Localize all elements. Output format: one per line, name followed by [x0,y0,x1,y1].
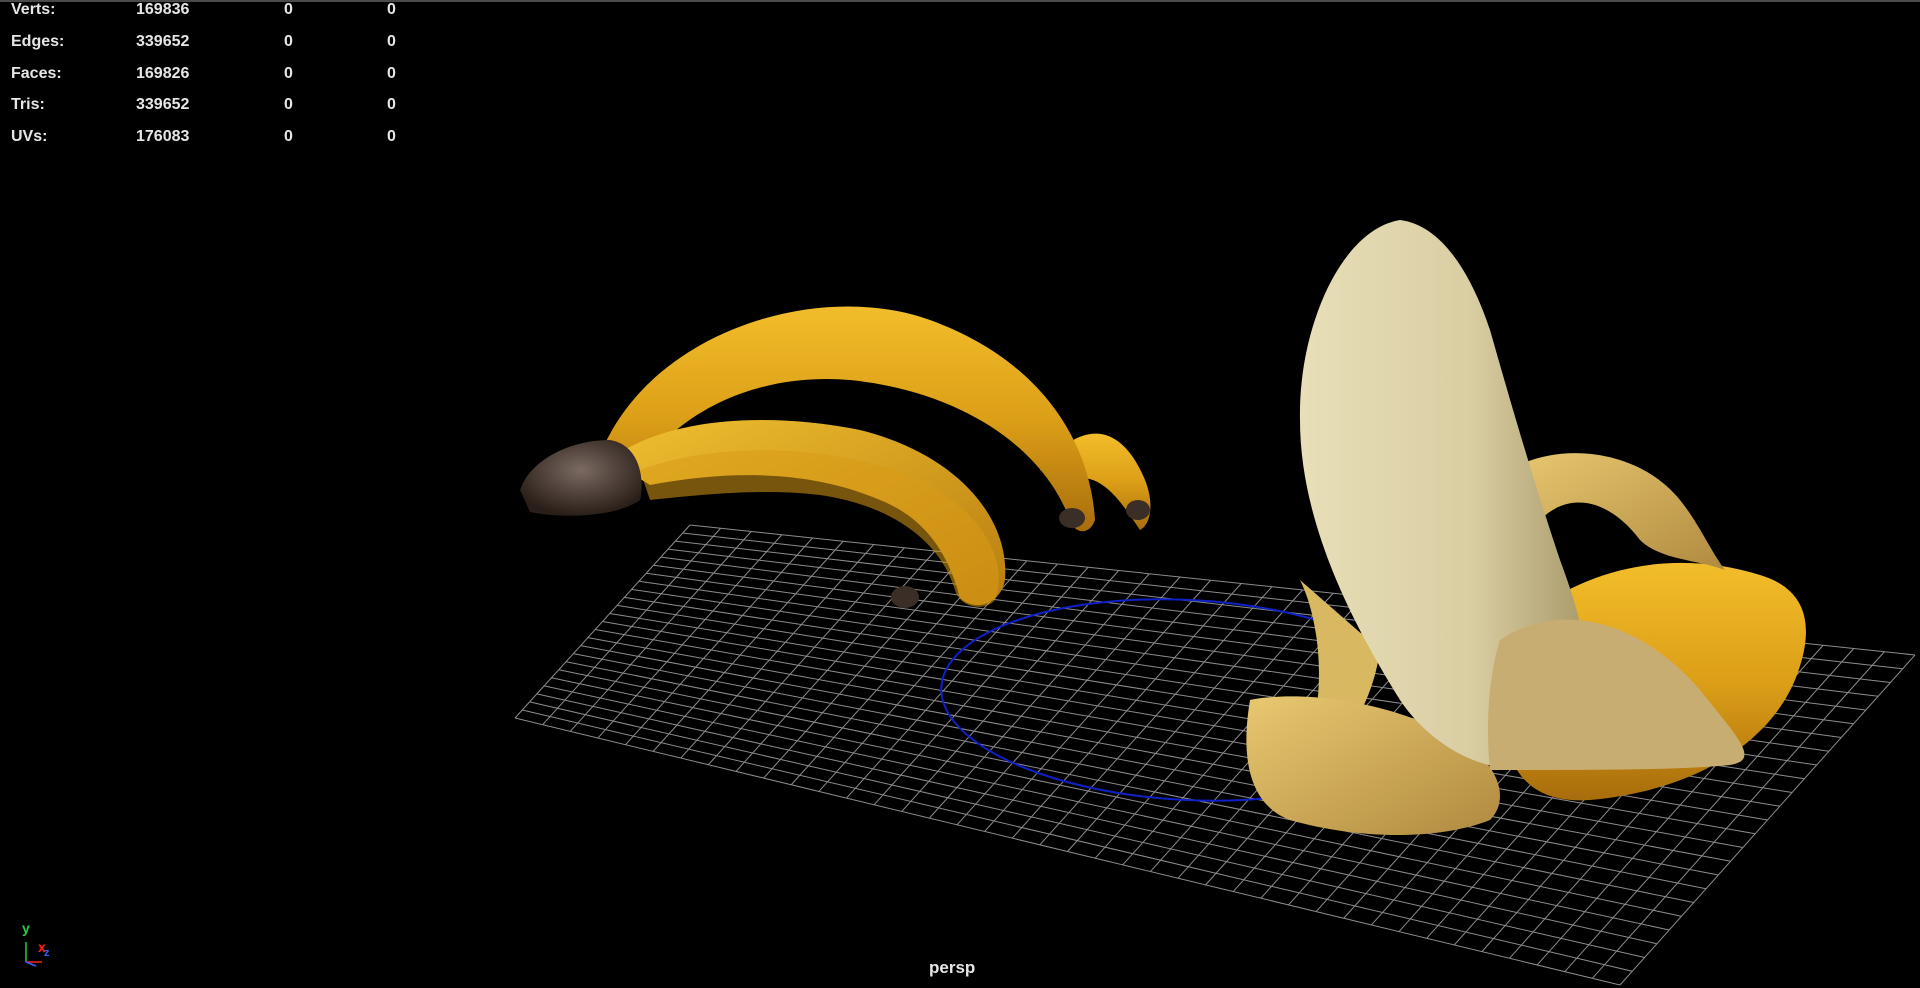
viewport-3d[interactable]: Verts: 169836 0 0 Edges: 339652 0 0 Face… [0,0,1920,988]
hud-value-total: 339652 [136,96,190,113]
hud-row-verts: Verts: 169836 0 0 [0,1,420,21]
axis-gizmo-icon: y x z [18,920,58,970]
hud-value-total: 339652 [136,33,190,50]
hud-value-selected: 0 [284,1,293,18]
hud-value-selected: 0 [284,33,293,50]
hud-value-total: 169826 [136,65,190,82]
hud-label: Faces: [11,65,62,82]
hud-value-selected: 0 [284,128,293,145]
hud-value-component: 0 [387,65,396,82]
hud-value-component: 0 [387,128,396,145]
hud-label: UVs: [11,128,48,145]
hud-label: Verts: [11,1,56,18]
hud-value-component: 0 [387,1,396,18]
hud-row-tris: Tris: 339652 0 0 [0,96,420,116]
hud-value-component: 0 [387,33,396,50]
camera-name-label: persp [929,958,976,977]
hud-label: Edges: [11,33,65,50]
hud-value-selected: 0 [284,96,293,113]
poly-count-hud: Verts: 169836 0 0 Edges: 339652 0 0 Face… [0,0,420,150]
hud-row-edges: Edges: 339652 0 0 [0,33,420,53]
hud-row-faces: Faces: 169826 0 0 [0,65,420,85]
banana-bunch [520,306,1151,608]
hud-label: Tris: [11,96,45,113]
hud-value-component: 0 [387,96,396,113]
hud-value-selected: 0 [284,65,293,82]
axis-z-label: z [44,947,50,959]
hud-row-uvs: UVs: 176083 0 0 [0,128,420,148]
hud-value-total: 169836 [136,1,190,18]
axis-y-label: y [22,920,30,936]
peeled-banana [1246,220,1806,835]
hud-value-total: 176083 [136,128,190,145]
